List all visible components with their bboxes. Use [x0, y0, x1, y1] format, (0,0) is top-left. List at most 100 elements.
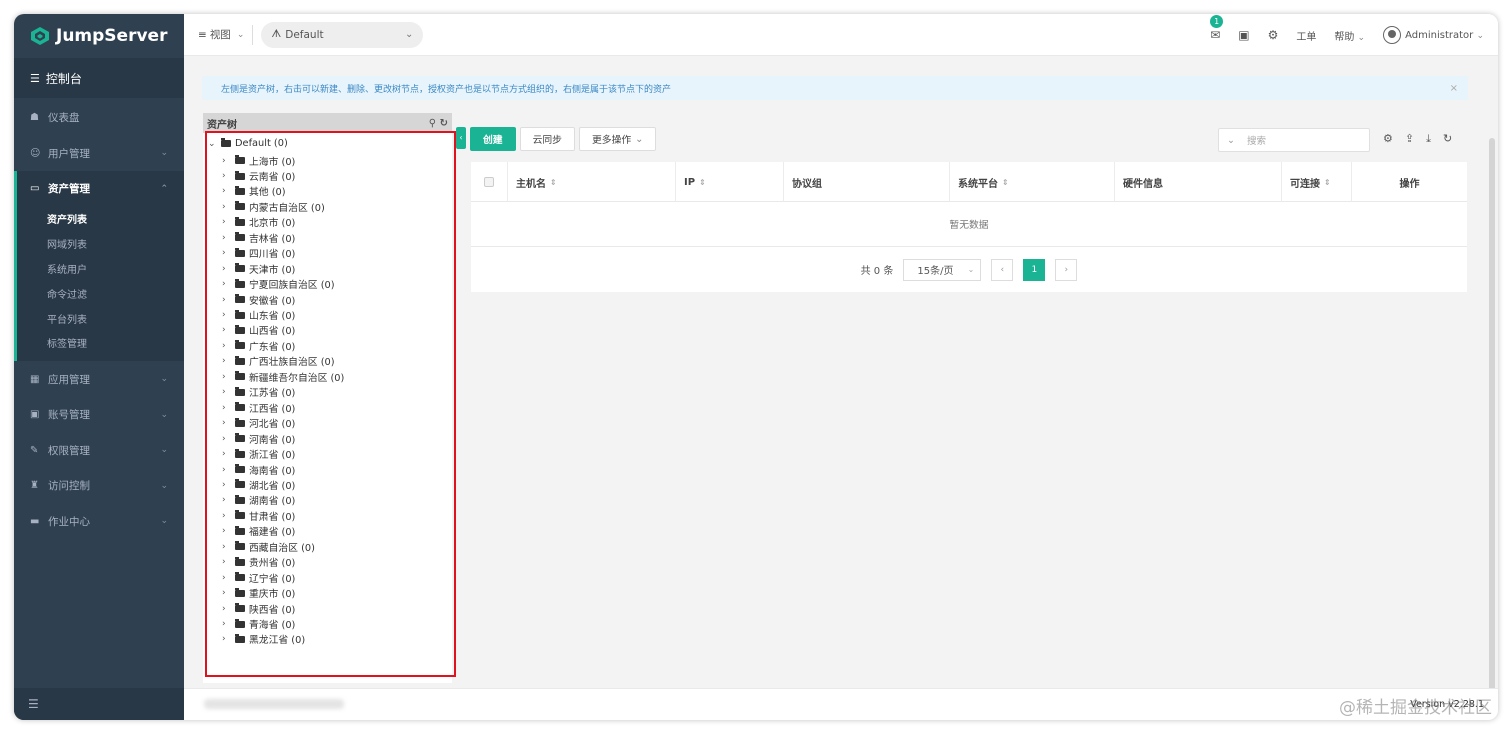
- settings-gear-icon[interactable]: ⚙: [1268, 28, 1279, 42]
- sidebar-item-assets[interactable]: ▭ 资产管理 ⌃: [14, 171, 184, 207]
- tree-node[interactable]: › 甘肃省 (0): [222, 509, 295, 523]
- tree-node[interactable]: › 河北省 (0): [222, 416, 295, 430]
- tree-node[interactable]: › 海南省 (0): [222, 463, 295, 477]
- chevron-right-icon[interactable]: ›: [222, 403, 235, 413]
- column-ip[interactable]: IP ⇕: [676, 162, 784, 202]
- chevron-right-icon[interactable]: ›: [222, 465, 235, 475]
- sidebar-item-job-center[interactable]: ▬ 作业中心 ⌄: [14, 503, 184, 539]
- vertical-scrollbar[interactable]: [1489, 138, 1495, 718]
- tree-node[interactable]: › 广东省 (0): [222, 339, 295, 353]
- chevron-right-icon[interactable]: ›: [222, 325, 235, 335]
- sidebar-item-apps[interactable]: ▦ 应用管理 ⌄: [14, 361, 184, 397]
- tickets-link[interactable]: 工单: [1296, 28, 1316, 43]
- chevron-right-icon[interactable]: ›: [222, 588, 235, 598]
- chevron-right-icon[interactable]: ›: [222, 356, 235, 366]
- sidebar-item-dashboard[interactable]: ☗ 仪表盘: [14, 100, 184, 136]
- tree-node[interactable]: › 宁夏回族自治区 (0): [222, 277, 335, 291]
- submenu-asset-list[interactable]: 资产列表: [17, 207, 184, 232]
- tree-node[interactable]: › 其他 (0): [222, 184, 286, 198]
- tree-node[interactable]: › 黑龙江省 (0): [222, 632, 305, 646]
- submenu-command-filter[interactable]: 命令过滤: [17, 281, 184, 306]
- chevron-right-icon[interactable]: ›: [222, 480, 235, 490]
- chevron-right-icon[interactable]: ›: [222, 186, 235, 196]
- tree-node[interactable]: › 新疆维吾尔自治区 (0): [222, 370, 344, 384]
- chevron-down-icon[interactable]: ⌄: [208, 139, 221, 149]
- tree-node[interactable]: › 内蒙古自治区 (0): [222, 200, 325, 214]
- chevron-right-icon[interactable]: ›: [222, 264, 235, 274]
- chevron-right-icon[interactable]: ›: [222, 634, 235, 644]
- tree-node[interactable]: › 上海市 (0): [222, 154, 295, 168]
- chevron-right-icon[interactable]: ›: [222, 449, 235, 459]
- tree-node[interactable]: › 湖北省 (0): [222, 478, 295, 492]
- upload-icon[interactable]: ⇪: [1405, 132, 1414, 146]
- chevron-right-icon[interactable]: ›: [222, 573, 235, 583]
- tree-node[interactable]: › 陕西省 (0): [222, 602, 295, 616]
- settings-gear-icon[interactable]: ⚙: [1383, 132, 1393, 146]
- sidebar-item-accounts[interactable]: ▣ 账号管理 ⌄: [14, 397, 184, 433]
- logo[interactable]: JumpServer: [14, 14, 184, 58]
- help-menu[interactable]: 帮助 ⌄: [1334, 28, 1365, 43]
- submenu-platform-list[interactable]: 平台列表: [17, 306, 184, 331]
- chevron-right-icon[interactable]: ›: [222, 202, 235, 212]
- download-icon[interactable]: ⤓: [1426, 132, 1431, 146]
- chevron-right-icon[interactable]: ›: [222, 526, 235, 536]
- sidebar-collapse-toggle[interactable]: ☰: [14, 688, 184, 720]
- tree-node[interactable]: › 湖南省 (0): [222, 493, 295, 507]
- chevron-right-icon[interactable]: ›: [222, 542, 235, 552]
- close-icon[interactable]: ×: [1450, 83, 1458, 94]
- refresh-icon[interactable]: ↻: [1443, 132, 1452, 146]
- chevron-right-icon[interactable]: ›: [222, 434, 235, 444]
- tree-node[interactable]: › 重庆市 (0): [222, 586, 295, 600]
- search-icon[interactable]: ⚲: [429, 118, 436, 129]
- chevron-right-icon[interactable]: ›: [222, 495, 235, 505]
- chevron-right-icon[interactable]: ›: [222, 279, 235, 289]
- chevron-right-icon[interactable]: ›: [222, 156, 235, 166]
- page-size-select[interactable]: 15条/页 ⌄: [903, 258, 982, 281]
- column-connectivity[interactable]: 可连接 ⇕: [1282, 162, 1352, 202]
- select-all-checkbox[interactable]: [484, 177, 494, 187]
- tree-collapse-handle[interactable]: ‹: [456, 127, 466, 149]
- submenu-domain-list[interactable]: 网域列表: [17, 231, 184, 256]
- view-menu-button[interactable]: ≡ 视图 ⌄: [198, 27, 244, 42]
- tree-node[interactable]: › 山东省 (0): [222, 308, 295, 322]
- tree-node[interactable]: › 广西壮族自治区 (0): [222, 354, 335, 368]
- column-platform[interactable]: 系统平台 ⇕: [950, 162, 1115, 202]
- more-actions-button[interactable]: 更多操作 ⌄: [578, 127, 657, 151]
- chevron-right-icon[interactable]: ›: [222, 295, 235, 305]
- refresh-icon[interactable]: ↻: [440, 118, 448, 129]
- tree-node[interactable]: › 北京市 (0): [222, 215, 295, 229]
- chevron-right-icon[interactable]: ›: [222, 233, 235, 243]
- page-number-button[interactable]: 1: [1023, 258, 1046, 281]
- sidebar-item-users[interactable]: ☺ 用户管理 ⌄: [14, 136, 184, 172]
- tree-node[interactable]: › 贵州省 (0): [222, 555, 295, 569]
- column-hostname[interactable]: 主机名 ⇕: [508, 162, 676, 202]
- web-terminal-icon[interactable]: ▣: [1238, 28, 1249, 42]
- chevron-right-icon[interactable]: ›: [222, 341, 235, 351]
- tree-node[interactable]: › 青海省 (0): [222, 617, 295, 631]
- submenu-system-users[interactable]: 系统用户: [17, 256, 184, 281]
- chevron-right-icon[interactable]: ›: [222, 604, 235, 614]
- user-menu[interactable]: Administrator ⌄: [1383, 26, 1484, 44]
- sidebar-item-permissions[interactable]: ✎ 权限管理 ⌄: [14, 432, 184, 468]
- chevron-right-icon[interactable]: ›: [222, 619, 235, 629]
- chevron-right-icon[interactable]: ›: [222, 171, 235, 181]
- chevron-right-icon[interactable]: ›: [222, 387, 235, 397]
- chevron-right-icon[interactable]: ›: [222, 511, 235, 521]
- tree-node[interactable]: › 福建省 (0): [222, 524, 295, 538]
- prev-page-button[interactable]: ‹: [991, 258, 1014, 281]
- tree-node[interactable]: › 四川省 (0): [222, 246, 295, 260]
- chevron-right-icon[interactable]: ›: [222, 310, 235, 320]
- organization-select[interactable]: ᗑ Default ⌄: [261, 21, 424, 48]
- create-button[interactable]: 创建: [470, 127, 516, 151]
- chevron-right-icon[interactable]: ›: [222, 248, 235, 258]
- tree-node[interactable]: › 江西省 (0): [222, 401, 295, 415]
- search-input[interactable]: ⌄ 搜索: [1218, 128, 1370, 152]
- chevron-right-icon[interactable]: ›: [222, 557, 235, 567]
- chevron-right-icon[interactable]: ›: [222, 217, 235, 227]
- tree-node[interactable]: › 云南省 (0): [222, 169, 295, 183]
- sidebar-item-access-control[interactable]: ♜ 访问控制 ⌄: [14, 468, 184, 504]
- cloud-sync-button[interactable]: 云同步: [519, 127, 575, 151]
- chevron-right-icon[interactable]: ›: [222, 418, 235, 428]
- sidebar-dashboard-header[interactable]: ☰ 控制台: [14, 58, 184, 98]
- chevron-down-icon[interactable]: ⌄: [1227, 135, 1235, 146]
